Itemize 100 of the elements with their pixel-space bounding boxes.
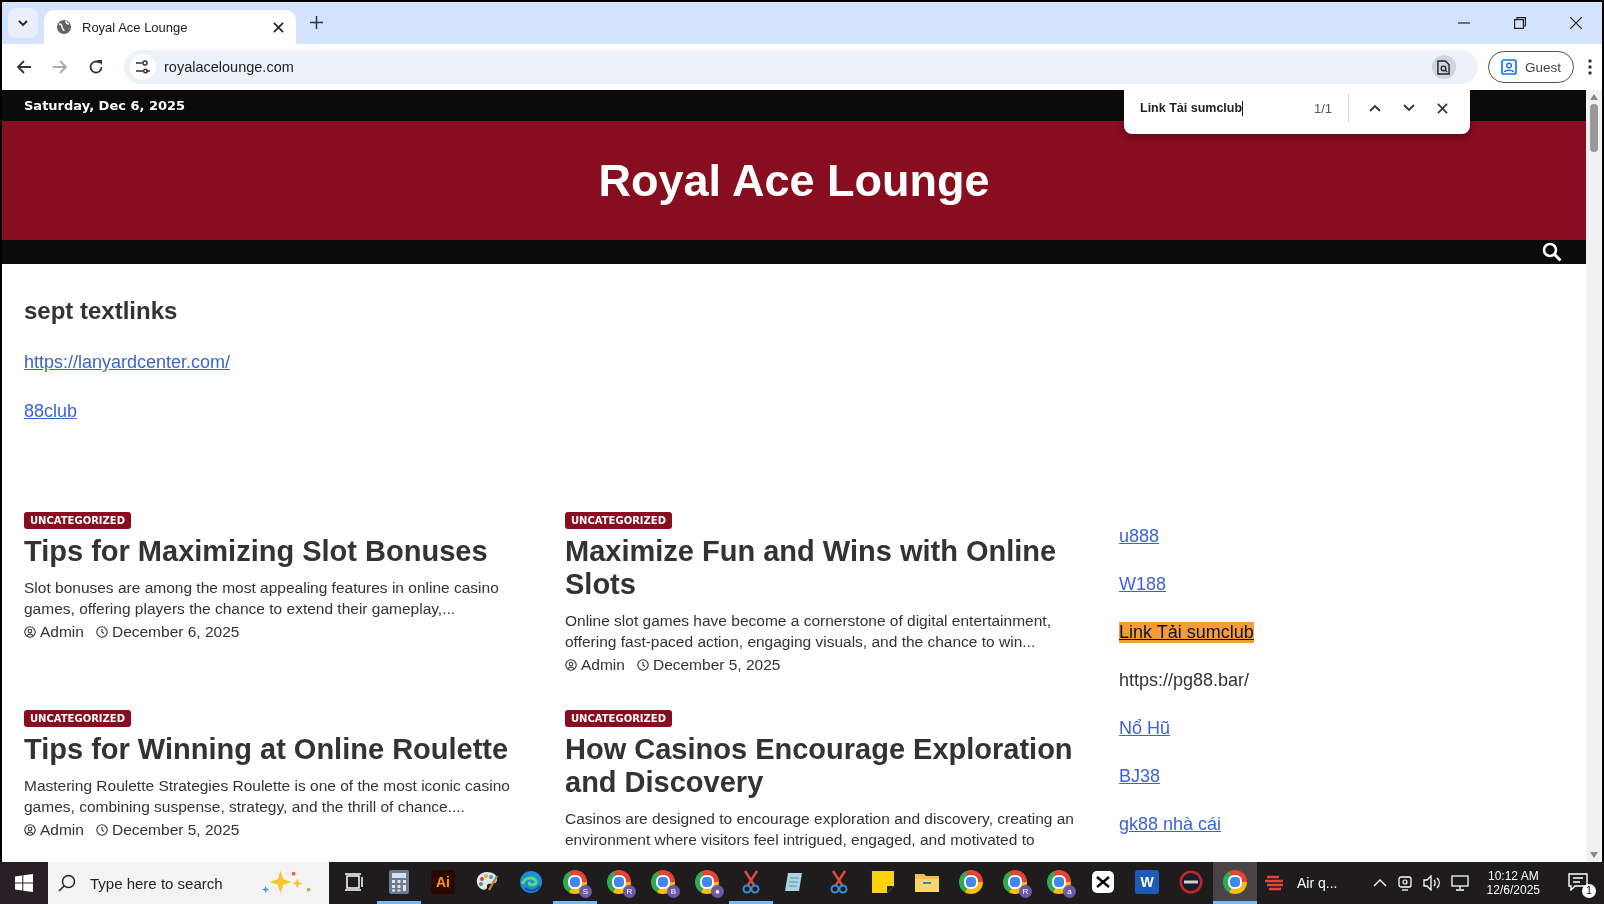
profile-badge: R — [623, 884, 636, 898]
sidebar-link[interactable]: W188 — [1119, 574, 1167, 595]
category-tag[interactable]: UNCATEGORIZED — [24, 512, 131, 529]
browser-icon — [1223, 869, 1247, 894]
search-icon — [58, 874, 76, 892]
scroll-up-icon[interactable] — [1590, 94, 1598, 100]
calculator-icon — [389, 869, 409, 894]
taskbar-button[interactable]: R — [597, 862, 641, 904]
author-link[interactable]: Admin — [40, 623, 84, 641]
date-text: Saturday, Dec 6, 2025 — [24, 98, 186, 114]
post-date[interactable]: December 6, 2025 — [111, 623, 240, 641]
post-title[interactable]: Tips for Maximizing Slot Bonuses — [24, 535, 488, 568]
url-text: royalacelounge.com — [164, 59, 294, 75]
document-search-icon — [1437, 59, 1451, 75]
globe-icon — [56, 19, 72, 35]
person-icon — [1500, 59, 1517, 75]
profile-badge: ● — [711, 884, 724, 898]
sidebar-link[interactable]: u888 — [1119, 526, 1160, 547]
taskbar-button[interactable] — [1213, 862, 1257, 904]
user-circle-icon — [565, 659, 577, 671]
taskbar-button[interactable]: a — [1037, 862, 1081, 904]
author-link[interactable]: Admin — [40, 821, 84, 839]
clock[interactable]: 10:12 AM 12/6/2025 — [1478, 869, 1548, 897]
sidebar-link[interactable]: BJ38 — [1119, 766, 1161, 787]
post-excerpt: Online slot games have become a cornerstone of digital entertainment, offering fast-paced action, engaging visuals, and the chance to win... — [565, 611, 1052, 652]
app-tile: W — [1135, 869, 1159, 894]
profile-badge: B — [667, 884, 680, 898]
chat-bubble-icon — [1568, 872, 1588, 891]
post-excerpt: Mastering Roulette Strategies Roulette is one of the most iconic casino games, combining suspense, strategy, and the thrill of chance.... — [24, 776, 511, 817]
restore-icon[interactable] — [1514, 17, 1526, 29]
scrollbar[interactable] — [1586, 90, 1602, 862]
category-tag[interactable]: UNCATEGORIZED — [565, 710, 672, 727]
category-tag[interactable]: UNCATEGORIZED — [565, 512, 672, 529]
chevron-down-icon[interactable] — [1403, 104, 1415, 112]
close-icon[interactable] — [1437, 102, 1448, 114]
sidebar-link[interactable]: Nổ Hũ — [1119, 718, 1171, 739]
close-icon[interactable] — [1570, 17, 1582, 29]
clock-icon — [636, 659, 649, 671]
text-link[interactable]: https://lanyardcenter.com/ — [24, 352, 231, 373]
windows-logo-icon — [15, 874, 33, 892]
more-icon[interactable] — [1588, 59, 1592, 75]
browser-tab[interactable]: Royal Ace Lounge — [44, 10, 296, 44]
post-date[interactable]: December 5, 2025 — [652, 656, 781, 674]
section-heading: sept textlinks — [24, 297, 178, 325]
user-circle-icon — [24, 824, 36, 836]
clock-icon — [95, 824, 108, 836]
chevron-down-icon — [17, 17, 29, 29]
find-field[interactable]: Link Tải sumclub — [1140, 100, 1314, 116]
sidebar-link[interactable]: gk88 nhà cái — [1119, 814, 1222, 835]
profile-badge: S — [579, 884, 592, 898]
taskbar-button[interactable]: W — [1125, 862, 1169, 904]
swirl-icon — [519, 869, 543, 894]
tab-list-button[interactable] — [8, 8, 38, 38]
weather-widget[interactable]: Air q... — [1257, 862, 1346, 904]
match-count: 1/1 — [1313, 100, 1332, 116]
post-title[interactable]: How Casinos Encourage Exploration and Discovery — [565, 733, 1085, 799]
folder-icon — [915, 871, 939, 892]
back-icon[interactable] — [16, 59, 32, 75]
sliders-icon — [135, 60, 151, 74]
browser-icon — [959, 869, 983, 894]
address-bar[interactable]: royalacelounge.com — [124, 50, 1478, 84]
sidebar-link[interactable]: Link Tải sumclub — [1119, 622, 1254, 643]
reload-icon[interactable] — [88, 59, 104, 75]
text-link[interactable]: 88club — [24, 401, 78, 422]
author-link[interactable]: Admin — [581, 656, 625, 674]
taskbar-button[interactable]: ● — [685, 862, 729, 904]
new-tab-icon[interactable] — [310, 16, 323, 29]
start-button[interactable] — [0, 862, 48, 904]
clock-icon — [95, 626, 108, 638]
find-in-page-button[interactable] — [1431, 55, 1456, 79]
chevron-up-icon[interactable] — [1369, 104, 1381, 112]
taskbar-button[interactable]: S — [553, 862, 597, 904]
taskbar-search-field[interactable]: Type here to search — [48, 862, 329, 904]
profile-badge: R — [1019, 884, 1032, 898]
user-circle-icon — [24, 626, 36, 638]
task-view-icon — [345, 871, 365, 892]
sidebar-text: https://pg88.bar/ — [1119, 670, 1250, 691]
post-title[interactable]: Tips for Winning at Online Roulette — [24, 733, 509, 766]
close-icon[interactable] — [273, 21, 284, 33]
post-excerpt: Slot bonuses are among the most appealing features in online casino games, offering players the chance to extend their gameplay,... — [24, 578, 500, 619]
scroll-down-icon[interactable] — [1590, 852, 1598, 858]
network-icon[interactable] — [1450, 875, 1469, 891]
site-title[interactable]: Royal Ace Lounge — [598, 154, 990, 207]
scrollbar-thumb[interactable] — [1590, 104, 1598, 152]
webcam-icon[interactable] — [1396, 875, 1413, 891]
taskbar-button[interactable]: R — [993, 862, 1037, 904]
tab-title: Royal Ace Lounge — [82, 19, 189, 35]
category-tag[interactable]: UNCATEGORIZED — [24, 710, 131, 727]
notification-count: 1 — [1582, 883, 1596, 898]
search-icon[interactable] — [1542, 242, 1562, 262]
post-excerpt: Casinos are designed to encourage exploration and discovery, creating an environment where visitors feel intrigued, engaged, and motivated to — [565, 809, 1075, 850]
post-date[interactable]: December 5, 2025 — [111, 821, 240, 839]
taskbar-button[interactable]: B — [641, 862, 685, 904]
taskbar-button[interactable]: Ai — [421, 862, 465, 904]
post-title[interactable]: Maximize Fun and Wins with Online Slots — [565, 535, 1085, 601]
site-settings-button[interactable] — [130, 54, 156, 80]
app-tile: Ai — [431, 869, 455, 894]
profile-button[interactable]: Guest — [1487, 51, 1574, 83]
profile-badge: a — [1063, 884, 1076, 898]
speaker-icon[interactable] — [1422, 875, 1441, 891]
